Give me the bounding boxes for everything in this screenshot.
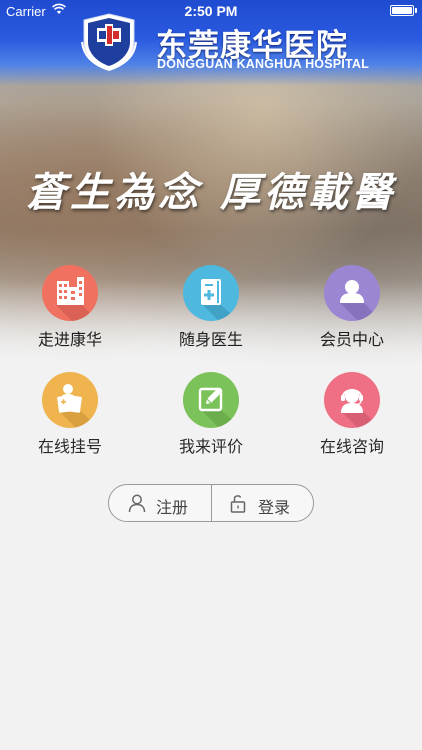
login-button[interactable]: 登录 (212, 485, 314, 521)
menu-label: 随身医生 (178, 330, 243, 349)
lock-open-icon (230, 495, 246, 513)
slogan-text: 蒼生為念 厚德載醫 (26, 169, 396, 216)
register-button[interactable]: 注册 (109, 485, 211, 521)
menu-online-registration[interactable]: 在线挂号 (0, 372, 140, 462)
headset-agent-icon (324, 372, 380, 428)
menu-feedback[interactable]: 我来评价 (141, 372, 281, 462)
edit-pencil-icon (183, 372, 239, 428)
battery-icon (390, 5, 417, 16)
menu-label: 走进康华 (37, 330, 102, 349)
menu-label: 会员中心 (319, 330, 384, 349)
status-bar: Carrier 2:50 PM (0, 0, 422, 22)
menu-online-consult[interactable]: 在线咨询 (282, 372, 422, 462)
auth-buttons: 注册 登录 (108, 484, 314, 522)
buildings-icon (42, 265, 98, 321)
menu-label: 我来评价 (178, 437, 243, 456)
doctor-card-icon (42, 372, 98, 428)
login-label: 登录 (258, 498, 291, 517)
menu-label: 在线咨询 (319, 437, 384, 456)
hospital-emblem-icon (81, 13, 137, 71)
medical-book-icon (183, 265, 239, 321)
status-time: 2:50 PM (184, 3, 238, 19)
user-outline-icon (128, 494, 146, 513)
person-icon (324, 265, 380, 321)
menu-label: 在线挂号 (37, 437, 102, 456)
menu-about-hospital[interactable]: 走进康华 (0, 265, 140, 355)
menu-personal-doctor[interactable]: 随身医生 (141, 265, 281, 355)
menu-member-center[interactable]: 会员中心 (282, 265, 422, 355)
register-label: 注册 (156, 498, 189, 517)
hospital-name-en: DONGGUAN KANGHUA HOSPITAL (157, 57, 369, 71)
